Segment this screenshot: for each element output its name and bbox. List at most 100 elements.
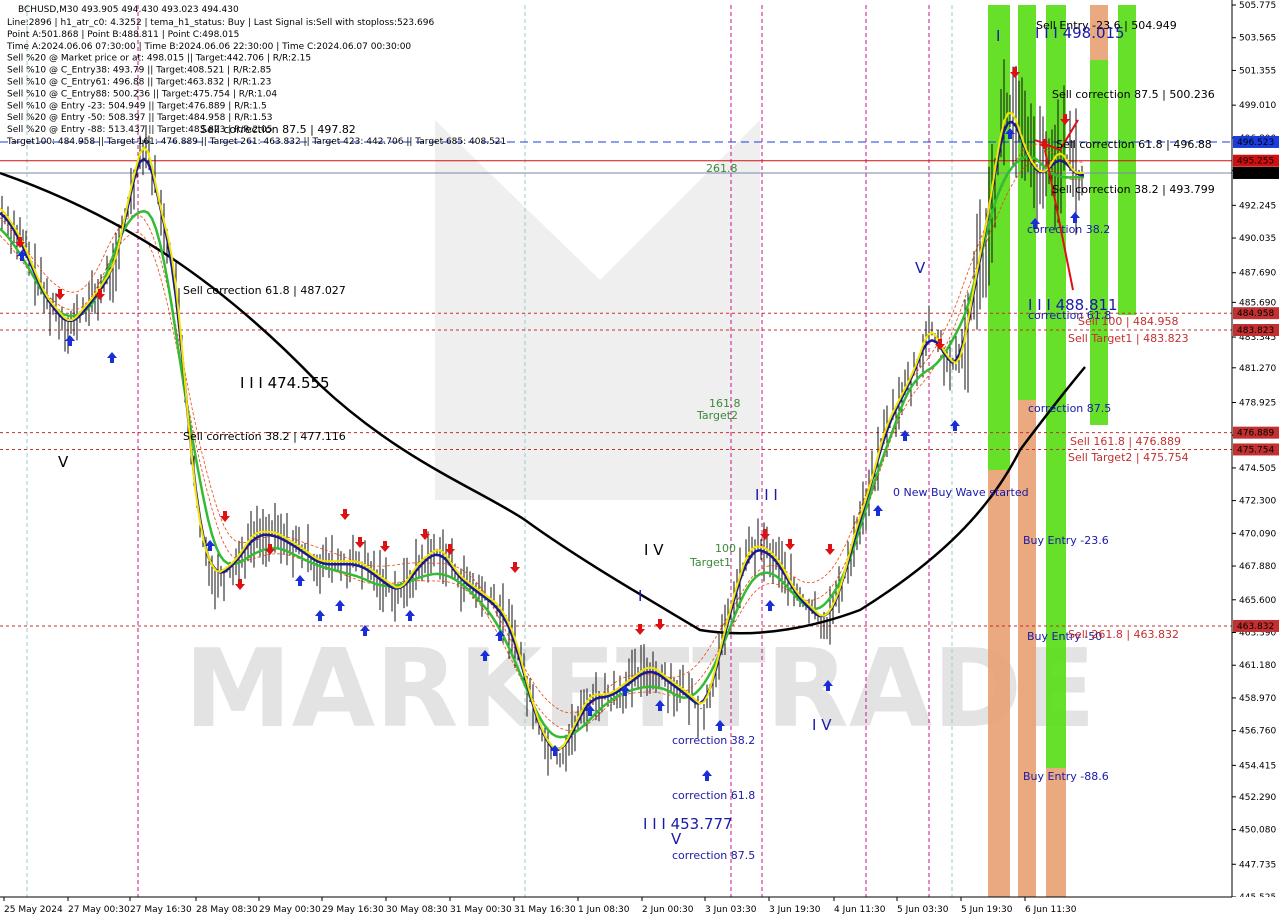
price-tag-label: 495.255 [1237, 157, 1274, 167]
x-tick-label: 3 Jun 19:30 [769, 905, 821, 915]
y-tick-label: 452.290 [1239, 793, 1276, 803]
annotation-label: Sell 261.8 | 463.832 [1068, 628, 1179, 641]
annotation-label: Buy Entry -88.6 [1023, 770, 1109, 783]
info-line: Target100: 484.958 || Target 161: 476.88… [6, 137, 506, 147]
annotation-label: correction 87.5 [1028, 402, 1111, 415]
x-tick-label: 31 May 16:30 [514, 905, 576, 915]
symbol-header: BCHUSD,M30 493.905 494.430 493.023 494.4… [18, 5, 239, 15]
y-tick-label: 470.090 [1239, 529, 1276, 539]
price-tag-label: 463.832 [1237, 622, 1274, 632]
annotation-label: correction 61.8 [672, 789, 755, 802]
zone-bar [1018, 400, 1036, 897]
price-tag-label: 483.823 [1237, 326, 1274, 336]
y-tick-label: 456.760 [1239, 727, 1276, 737]
annotation-label: I V [644, 541, 664, 559]
y-tick-label: 465.600 [1239, 596, 1276, 606]
zone-bar [1018, 5, 1036, 400]
annotation-label: I I I 453.777 [643, 815, 733, 833]
y-tick-label: 454.415 [1239, 761, 1276, 771]
x-tick-label: 2 Jun 00:30 [642, 905, 694, 915]
zone-bar [988, 470, 1010, 897]
annotation-label: Sell Target1 | 483.823 [1068, 332, 1189, 345]
info-line: Sell %20 @ Entry -50: 508.397 || Target:… [7, 113, 272, 123]
annotation-label: correction 38.2 [1027, 223, 1110, 236]
zone-bar [1090, 60, 1108, 425]
annotation-label: I V [812, 716, 832, 734]
price-chart: MARKETTRADE Sell Entry -23.6 | 504.949I … [0, 0, 1280, 920]
annotation-label: Sell 161.8 | 476.889 [1070, 435, 1181, 448]
zone-bar [1046, 768, 1066, 897]
annotation-label: I I I [755, 486, 778, 504]
annotation-label: 100 [715, 542, 736, 555]
x-tick-label: 27 May 16:30 [130, 905, 192, 915]
y-tick-label: 492.245 [1239, 201, 1276, 211]
annotation-label: 261.8 [706, 162, 738, 175]
annotation-label: Sell 100 | 484.958 [1078, 315, 1179, 328]
x-tick-label: 5 Jun 03:30 [897, 905, 949, 915]
annotation-label: V [58, 453, 69, 471]
y-tick-label: 447.735 [1239, 860, 1276, 870]
annotation-label: I I I 498.015 [1035, 24, 1125, 42]
y-tick-label: 503.565 [1239, 34, 1276, 44]
y-tick-label: 474.505 [1239, 464, 1276, 474]
y-tick-label: 485.690 [1239, 298, 1276, 308]
axis-bg [0, 897, 1280, 920]
y-tick-label: 472.300 [1239, 497, 1276, 507]
price-tag-label: 475.754 [1237, 445, 1274, 455]
annotation-label: V [915, 259, 926, 277]
annotation-label: Target2 [696, 409, 738, 422]
y-tick-label: 481.270 [1239, 364, 1276, 374]
y-tick-label: 487.690 [1239, 269, 1276, 279]
annotation-label: Sell Target2 | 475.754 [1068, 451, 1189, 464]
info-line: Point A:501.868 | Point B:488.811 | Poin… [7, 30, 239, 40]
annotation-label: Sell correction 87.5 | 500.236 [1052, 88, 1215, 101]
price-tag-label: 494.430 [1237, 169, 1274, 179]
zone-bar [988, 5, 1010, 470]
y-tick-label: 490.035 [1239, 234, 1276, 244]
info-line: Sell %10 @ C_Entry88: 500.236 || Target:… [7, 89, 277, 99]
x-tick-label: 31 May 00:30 [450, 905, 512, 915]
annotation-label: 0 New Buy Wave started [893, 486, 1029, 499]
y-tick-label: 505.775 [1239, 1, 1276, 11]
annotation-label: Sell correction 38.2 | 477.116 [183, 430, 346, 443]
annotation-label: Sell correction 38.2 | 493.799 [1052, 183, 1215, 196]
annotation-label: Target1 [689, 556, 731, 569]
info-line: Sell %20 @ Entry -88: 513.437 || Target:… [7, 125, 272, 135]
info-line: Sell %10 @ C_Entry61: 496.88 || Target:4… [7, 78, 271, 88]
price-tag-label: 484.958 [1237, 309, 1274, 319]
y-tick-label: 458.970 [1239, 694, 1276, 704]
x-tick-label: 27 May 00:30 [68, 905, 130, 915]
info-line: Sell %10 @ C_Entry38: 493.79 || Target:4… [7, 66, 271, 76]
x-tick-label: 6 Jun 11:30 [1025, 905, 1077, 915]
info-line: Line:2896 | h1_atr_c0: 4.3252 | tema_h1_… [7, 18, 434, 28]
price-tag-label: 496.523 [1237, 138, 1274, 148]
annotation-label: correction 87.5 [672, 849, 755, 862]
y-axis: 505.775503.565501.355499.010496.800494.5… [1231, 0, 1280, 920]
annotation-label: correction 38.2 [672, 734, 755, 747]
annotation-label: I [996, 27, 1000, 45]
y-tick-label: 478.925 [1239, 399, 1276, 409]
x-tick-label: 3 Jun 03:30 [705, 905, 757, 915]
annotation-label: I I I 474.555 [240, 374, 330, 392]
info-line: Sell %10 @ Entry -23: 504.949 || Target:… [7, 101, 267, 111]
y-tick-label: 461.180 [1239, 661, 1276, 671]
x-axis: 25 May 2024 27 May 00:30 27 May 16:30 28 Ma… [0, 896, 1280, 920]
annotation-label: Sell correction 61.8 | 496.88 [1056, 138, 1212, 151]
annotation-label: Sell correction 61.8 | 487.027 [183, 284, 346, 297]
y-tick-label: 467.880 [1239, 562, 1276, 572]
annotation-label: V [671, 830, 682, 848]
x-tick-label: 25 May 2024 [4, 905, 63, 915]
x-tick-label: 29 May 16:30 [322, 905, 384, 915]
annotation-label: I [638, 587, 642, 605]
y-tick-label: 450.080 [1239, 826, 1276, 836]
y-tick-label: 499.010 [1239, 101, 1276, 111]
info-line: Sell %20 @ Market price or at: 498.015 |… [7, 54, 311, 64]
x-tick-label: 30 May 08:30 [386, 905, 448, 915]
info-line: Time A:2024.06.06 07:30:00 | Time B:2024… [6, 42, 411, 52]
y-tick-label: 501.355 [1239, 66, 1276, 76]
x-tick-label: 5 Jun 19:30 [961, 905, 1013, 915]
x-tick-label: 29 May 00:30 [259, 905, 321, 915]
x-tick-label: 1 Jun 08:30 [578, 905, 630, 915]
annotation-label: Buy Entry -23.6 [1023, 534, 1109, 547]
x-tick-label: 4 Jun 11:30 [834, 905, 886, 915]
